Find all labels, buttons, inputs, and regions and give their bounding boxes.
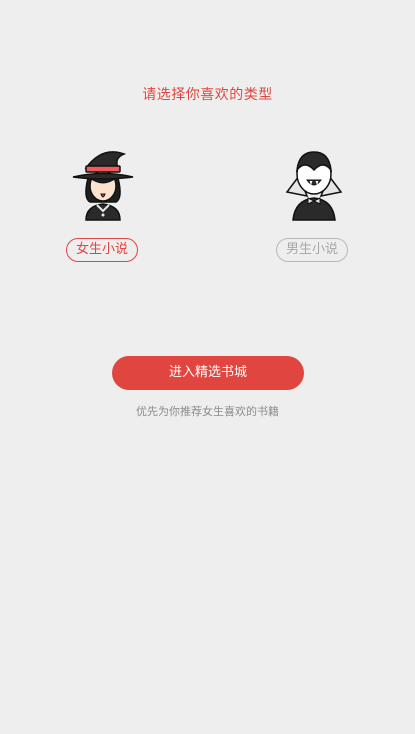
female-witch-avatar-icon (72, 151, 134, 221)
enter-bookstore-button[interactable]: 进入精选书城 (112, 356, 304, 390)
male-novel-option[interactable]: 男生小说 (276, 238, 348, 262)
female-avatar[interactable] (68, 148, 138, 224)
male-avatar[interactable] (279, 148, 349, 224)
male-vampire-avatar-icon (285, 151, 343, 221)
page-title: 请选择你喜欢的类型 (142, 87, 273, 103)
recommendation-hint: 优先为你推荐女生喜欢的书籍 (136, 405, 279, 418)
female-novel-option[interactable]: 女生小说 (66, 238, 138, 262)
